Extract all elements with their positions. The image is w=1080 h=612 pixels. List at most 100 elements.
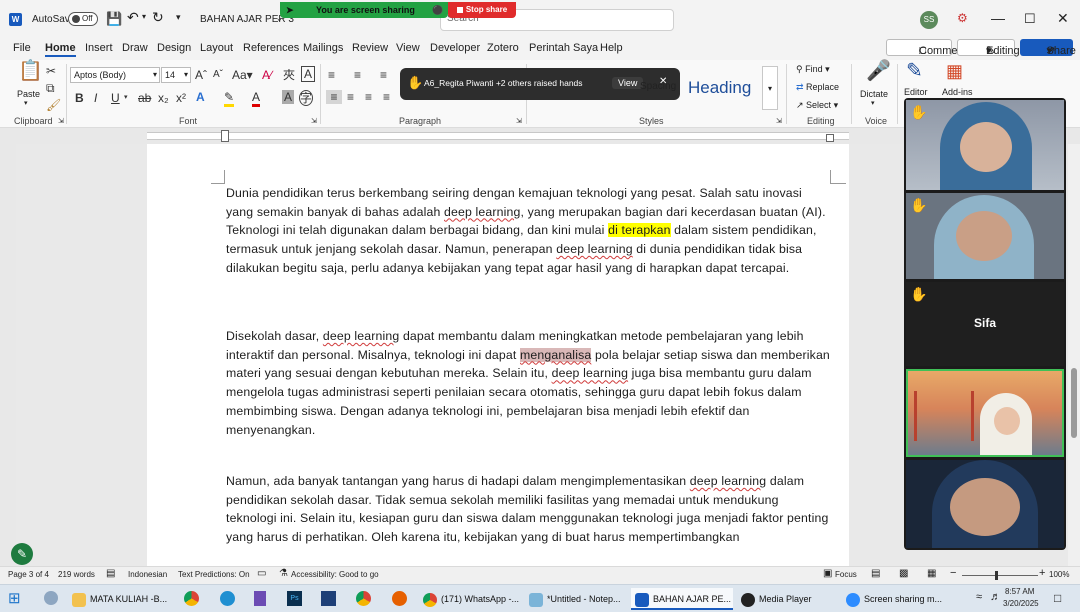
volume-icon[interactable]: ♬: [990, 591, 1001, 603]
bold-icon[interactable]: B: [75, 91, 84, 105]
microphone-icon[interactable]: 🎤: [866, 61, 891, 81]
style-spacing-label[interactable]: Spacing: [640, 81, 676, 92]
dictate-label[interactable]: Dictate: [860, 89, 888, 99]
tab-mailings[interactable]: Mailings: [303, 42, 343, 54]
format-painter-icon[interactable]: 🖌: [46, 98, 61, 112]
minimize-icon[interactable]: —: [991, 10, 1005, 26]
view-button[interactable]: View: [612, 77, 644, 89]
align-center-icon[interactable]: ≡: [347, 90, 354, 104]
italic-icon[interactable]: I: [94, 91, 97, 105]
taskbar-item[interactable]: Screen sharing m...: [846, 588, 944, 610]
style-heading[interactable]: Heading: [684, 66, 759, 110]
paragraph-3[interactable]: Namun, ada banyak tantangan yang harus d…: [226, 472, 832, 547]
paste-icon[interactable]: 📋: [18, 61, 43, 86]
select-button[interactable]: ↗ Select ▾: [796, 100, 838, 111]
tab-review[interactable]: Review: [352, 42, 388, 54]
notifications-icon[interactable]: □: [1054, 591, 1061, 605]
zoom-in-icon[interactable]: +: [1039, 567, 1045, 579]
find-button[interactable]: ⚲ Find ▾: [796, 64, 830, 75]
tab-file[interactable]: File: [13, 42, 31, 54]
clipboard-launcher-icon[interactable]: ⇲: [58, 117, 64, 125]
customize-toolbar-icon[interactable]: ▾: [176, 12, 181, 23]
start-icon[interactable]: ⊞: [8, 589, 21, 607]
subscript-icon[interactable]: x₂: [158, 91, 169, 105]
focus-button[interactable]: Focus: [835, 570, 857, 579]
shrink-font-icon[interactable]: Aˇ: [213, 68, 223, 82]
zoom-slider[interactable]: [962, 571, 1038, 580]
tab-view[interactable]: View: [396, 42, 420, 54]
align-left-icon[interactable]: ≡: [326, 90, 342, 104]
text-predictions[interactable]: Text Predictions: On: [178, 570, 250, 579]
app-icon[interactable]: [321, 591, 336, 606]
share-button[interactable]: ↗ Share ▾: [1020, 39, 1076, 57]
comments-button[interactable]: □ Comments: [886, 39, 972, 57]
chrome-icon[interactable]: [184, 591, 199, 606]
highlight-color-icon[interactable]: ✎: [224, 90, 235, 107]
clock-date[interactable]: 3/20/2025: [1003, 599, 1039, 608]
macro-icon[interactable]: ▭: [257, 568, 266, 579]
accessibility-status[interactable]: Accessibility: Good to go: [291, 570, 379, 579]
tab-perintah-saya[interactable]: Perintah Saya: [529, 42, 598, 54]
addins-label[interactable]: Add-ins: [942, 87, 973, 97]
zoom-level[interactable]: 100%: [1049, 570, 1069, 579]
character-shading-icon[interactable]: A: [282, 90, 294, 104]
proofing-icon[interactable]: ▤: [106, 568, 115, 579]
participant-tile[interactable]: ✋: [906, 100, 1064, 190]
taskbar-item[interactable]: (171) WhatsApp -...: [423, 588, 519, 610]
font-color-icon[interactable]: A: [252, 90, 261, 107]
copy-icon[interactable]: ⧉: [46, 81, 55, 95]
tab-draw[interactable]: Draw: [122, 42, 148, 54]
user-avatar[interactable]: SS: [920, 11, 938, 29]
paragraph-launcher-icon[interactable]: ⇲: [516, 117, 522, 125]
justify-icon[interactable]: ≡: [383, 90, 390, 104]
lightbulb-icon[interactable]: ⚙: [957, 11, 968, 25]
font-name-select[interactable]: Aptos (Body) ▾: [70, 67, 160, 83]
text-effects-icon[interactable]: A: [196, 90, 205, 104]
phonetic-guide-icon[interactable]: 夾: [283, 68, 295, 82]
tab-zotero[interactable]: Zotero: [487, 42, 519, 54]
bullets-icon[interactable]: ≡: [328, 68, 335, 82]
font-launcher-icon[interactable]: ⇲: [311, 117, 317, 125]
undo-dropdown-icon[interactable]: ▾: [142, 12, 146, 21]
clear-formatting-icon[interactable]: A∕: [262, 68, 272, 82]
indent-marker[interactable]: [221, 130, 229, 142]
font-size-select[interactable]: 14 ▾: [161, 67, 191, 83]
redo-icon[interactable]: ↻: [152, 9, 164, 26]
taskbar-item[interactable]: *Untitled - Notep...: [529, 588, 625, 610]
change-case-icon[interactable]: Aa▾: [232, 68, 253, 82]
read-mode-icon[interactable]: ▤: [871, 568, 880, 579]
align-right-icon[interactable]: ≡: [365, 90, 372, 104]
pin-icon[interactable]: ➤: [286, 2, 294, 18]
participant-tile[interactable]: ✋: [906, 193, 1064, 279]
tab-home[interactable]: Home: [45, 42, 76, 57]
tab-developer[interactable]: Developer: [430, 42, 480, 54]
paste-label[interactable]: Paste: [17, 89, 40, 99]
participant-tile-active[interactable]: [906, 369, 1064, 457]
participant-tile[interactable]: ✋ Sifa: [906, 282, 1064, 366]
taskbar-item-active[interactable]: BAHAN AJAR PE...: [631, 588, 733, 610]
editor-icon[interactable]: ✎: [906, 61, 923, 81]
zoom-out-icon[interactable]: −: [950, 567, 956, 579]
app-icon[interactable]: [44, 591, 58, 605]
paragraph-2[interactable]: Disekolah dasar, deep learning dapat mem…: [226, 327, 832, 439]
word-count[interactable]: 219 words: [58, 570, 95, 579]
save-icon[interactable]: 💾: [106, 11, 122, 27]
paragraph-1[interactable]: Dunia pendidikan terus berkembang seirin…: [226, 184, 832, 278]
language[interactable]: Indonesian: [128, 570, 167, 579]
superscript-icon[interactable]: x²: [176, 91, 186, 105]
tab-help[interactable]: Help: [600, 42, 623, 54]
taskbar-item[interactable]: Media Player: [741, 588, 831, 610]
maximize-icon[interactable]: ☐: [1024, 11, 1036, 27]
edge-icon[interactable]: [220, 591, 235, 606]
web-layout-icon[interactable]: ▦: [927, 568, 936, 579]
character-border-icon[interactable]: A: [301, 66, 315, 82]
scrollbar-thumb[interactable]: [1071, 368, 1077, 438]
numbering-icon[interactable]: ≡: [354, 68, 361, 82]
app-icon[interactable]: [254, 591, 266, 606]
tab-insert[interactable]: Insert: [85, 42, 113, 54]
paste-chevron-icon[interactable]: ▾: [24, 99, 28, 107]
vertical-scrollbar[interactable]: [1068, 144, 1080, 566]
right-indent-marker[interactable]: [826, 134, 834, 142]
chrome-icon[interactable]: [356, 591, 371, 606]
print-layout-icon[interactable]: ▩: [899, 568, 908, 579]
